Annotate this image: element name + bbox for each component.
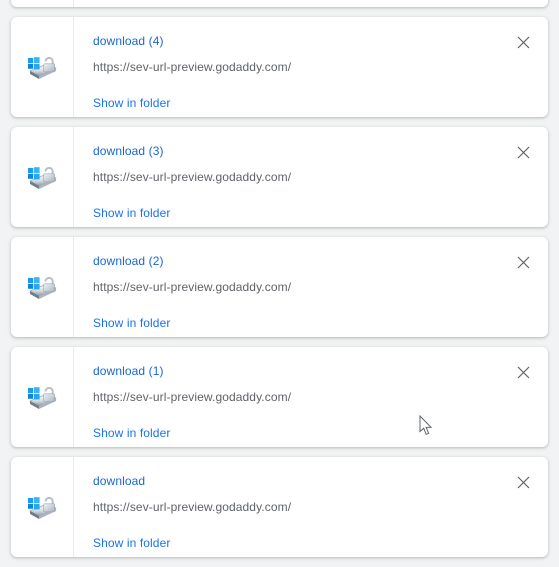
windows-installer-icon	[25, 270, 59, 304]
downloads-list: download (4) https://sev-url-preview.god…	[0, 0, 559, 567]
download-item[interactable]: download (3) https://sev-url-preview.god…	[11, 127, 548, 227]
windows-installer-icon	[25, 490, 59, 524]
show-in-folder-link[interactable]: Show in folder	[93, 95, 170, 111]
download-filename[interactable]: download (1)	[93, 363, 164, 379]
download-source-url: https://sev-url-preview.godaddy.com/	[93, 170, 292, 184]
download-details: download (1) https://sev-url-preview.god…	[74, 347, 548, 447]
download-item[interactable]: download (2) https://sev-url-preview.god…	[11, 237, 548, 337]
show-in-folder-link[interactable]: Show in folder	[93, 205, 170, 221]
remove-download-button[interactable]	[511, 140, 535, 164]
download-item[interactable]: download (4) https://sev-url-preview.god…	[11, 17, 548, 117]
file-icon-cell	[11, 457, 74, 557]
download-source-url: https://sev-url-preview.godaddy.com/	[93, 390, 292, 404]
download-details: download https://sev-url-preview.godaddy…	[74, 457, 548, 557]
download-filename[interactable]: download	[93, 473, 145, 489]
download-details: download (2) https://sev-url-preview.god…	[74, 237, 548, 337]
close-icon	[517, 256, 529, 268]
download-item[interactable]	[11, 0, 548, 7]
file-icon-cell	[11, 237, 74, 337]
remove-download-button[interactable]	[511, 360, 535, 384]
download-details: download (3) https://sev-url-preview.god…	[74, 127, 548, 227]
download-details	[74, 0, 548, 7]
file-icon-cell	[11, 0, 74, 7]
download-source-url: https://sev-url-preview.godaddy.com/	[93, 60, 292, 74]
close-icon	[517, 146, 529, 158]
download-item[interactable]: download https://sev-url-preview.godaddy…	[11, 457, 548, 557]
close-icon	[517, 366, 529, 378]
download-item[interactable]: download (1) https://sev-url-preview.god…	[11, 347, 548, 447]
download-source-url: https://sev-url-preview.godaddy.com/	[93, 280, 292, 294]
show-in-folder-link[interactable]: Show in folder	[93, 425, 170, 441]
close-icon	[517, 476, 529, 488]
remove-download-button[interactable]	[511, 470, 535, 494]
windows-installer-icon	[25, 380, 59, 414]
close-icon	[517, 36, 529, 48]
download-details: download (4) https://sev-url-preview.god…	[74, 17, 548, 117]
download-filename[interactable]: download (2)	[93, 253, 164, 269]
download-filename[interactable]: download (3)	[93, 143, 164, 159]
show-in-folder-link[interactable]: Show in folder	[93, 535, 170, 551]
windows-installer-icon	[25, 160, 59, 194]
show-in-folder-link[interactable]: Show in folder	[93, 315, 170, 331]
download-filename[interactable]: download (4)	[93, 33, 164, 49]
file-icon-cell	[11, 347, 74, 447]
remove-download-button[interactable]	[511, 30, 535, 54]
file-icon-cell	[11, 127, 74, 227]
file-icon-cell	[11, 17, 74, 117]
windows-installer-icon	[25, 50, 59, 84]
remove-download-button[interactable]	[511, 250, 535, 274]
